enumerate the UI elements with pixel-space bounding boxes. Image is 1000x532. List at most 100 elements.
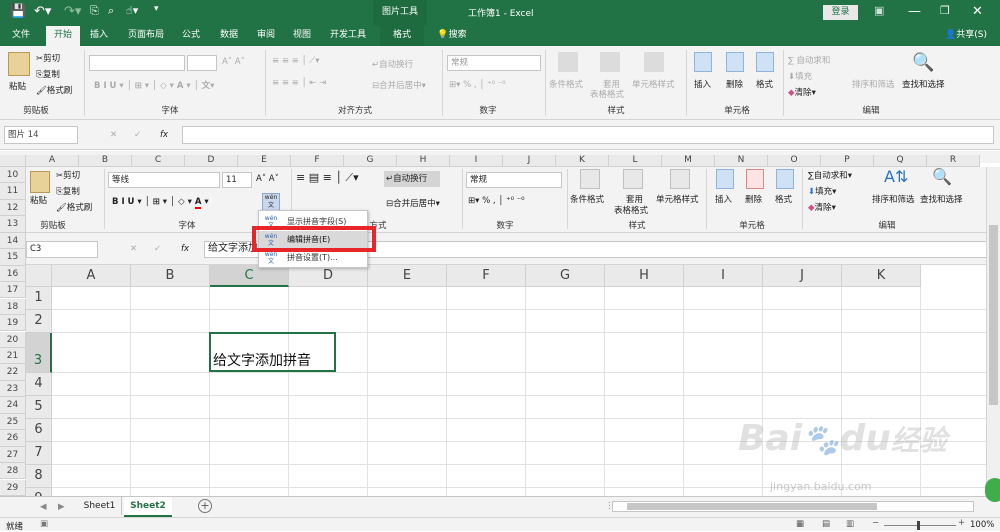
normal-view-icon[interactable]: ▦ (796, 519, 804, 529)
font-size-select[interactable]: 11 (222, 172, 252, 188)
column-header[interactable]: A (52, 265, 131, 287)
paste-icon[interactable] (8, 52, 30, 76)
outer-row-header[interactable]: 24 (0, 397, 26, 414)
delete-cells-label[interactable]: 删除 (745, 193, 762, 205)
font-name-select[interactable] (89, 55, 185, 71)
sheet-tab-2[interactable]: Sheet2 (124, 497, 172, 517)
maximize-icon[interactable]: ❐ (940, 4, 950, 17)
outer-row-header[interactable]: 28 (0, 463, 26, 480)
column-header[interactable]: H (605, 265, 684, 287)
inner-select-all[interactable] (26, 265, 52, 287)
undo-icon[interactable]: ↶▾ (34, 4, 51, 19)
outer-col-header[interactable]: C (132, 155, 185, 167)
format-painter-button[interactable]: 🖌格式刷 (56, 201, 92, 213)
sort-filter-icon[interactable]: A⇅ (884, 167, 908, 186)
add-sheet-icon[interactable]: + (198, 499, 212, 513)
format-cells-icon[interactable] (776, 169, 794, 189)
tab-scroll-right-icon[interactable]: ▶ (58, 502, 65, 512)
login-button[interactable]: 登录 (823, 5, 858, 20)
column-header[interactable]: I (684, 265, 763, 287)
format-cells-icon[interactable] (756, 52, 774, 72)
tab-developer[interactable]: 开发工具 (326, 26, 370, 46)
table-format-icon[interactable] (600, 52, 620, 72)
number-format-select[interactable]: 常规 (447, 55, 541, 71)
insert-cells-icon[interactable] (716, 169, 734, 189)
h-scrollbar-thumb[interactable] (627, 503, 877, 510)
delete-cells-icon[interactable] (726, 52, 744, 72)
worksheet-grid[interactable]: ABCDEFGHIJK 123456789 给文字添加拼音 (26, 265, 986, 496)
bold-icon[interactable]: B I U ▾ │ ⊞ ▾ │ ◇ ▾ A ▾ │ ⽂▾ (94, 79, 214, 91)
table-format-label-2[interactable]: 表格格式 (614, 204, 648, 216)
autosum-button[interactable]: ∑自动求和▾ (808, 169, 852, 181)
outer-col-header[interactable]: D (185, 155, 238, 167)
conditional-format-icon[interactable] (558, 52, 578, 72)
outer-col-header[interactable]: I (450, 155, 503, 167)
copy-format-icon[interactable]: ⎘ (90, 4, 99, 18)
column-header[interactable]: K (842, 265, 921, 287)
clear-button[interactable]: ◆清除▾ (788, 86, 816, 98)
tab-page-layout[interactable]: 页面布局 (124, 26, 168, 46)
table-format-label-2[interactable]: 表格格式 (590, 88, 624, 100)
font-size-select[interactable] (187, 55, 217, 71)
copy-button[interactable]: ⎘复制 (56, 185, 80, 197)
tab-file[interactable]: 文件 (6, 26, 36, 46)
wrap-text-button[interactable]: ↵自动换行 (384, 171, 440, 187)
paste-label[interactable]: 粘贴 (30, 194, 47, 206)
outer-col-header[interactable]: G (344, 155, 397, 167)
outer-row-header[interactable]: 17 (0, 282, 26, 299)
insert-cells-label[interactable]: 插入 (715, 193, 732, 205)
conditional-format-label[interactable]: 条件格式 (570, 193, 604, 205)
delete-cells-icon[interactable] (746, 169, 764, 189)
tab-home[interactable]: 开始 (46, 26, 80, 46)
formula-input[interactable] (182, 126, 994, 144)
grow-shrink-font-icons[interactable]: A˄ A˅ (256, 174, 279, 184)
merge-center-button[interactable]: ⊟合并后居中▾ (386, 197, 440, 209)
vertical-align-icons[interactable]: ≡ ▤ ≡ │ ⟋▾ (296, 171, 359, 185)
outer-col-header[interactable]: M (662, 155, 715, 167)
row-header[interactable]: 6 (26, 419, 52, 442)
column-header[interactable]: E (368, 265, 447, 287)
fx-label[interactable]: fx (160, 130, 168, 140)
cancel-icon[interactable]: ✕ (110, 130, 117, 140)
outer-col-header[interactable]: E (238, 155, 291, 167)
align-left-icons[interactable]: ≡ ≡ ≡ │ ⇤ ⇥ (272, 78, 326, 88)
outer-col-header[interactable]: A (26, 155, 79, 167)
outer-col-header[interactable]: J (503, 155, 556, 167)
outer-row-header[interactable]: 20 (0, 331, 26, 348)
row-header[interactable]: 9 (26, 488, 52, 496)
outer-row-header[interactable]: 12 (0, 199, 26, 217)
row-header[interactable]: 8 (26, 465, 52, 488)
page-break-view-icon[interactable]: ▥ (846, 519, 854, 529)
outer-col-header[interactable]: H (397, 155, 450, 167)
enter-icon[interactable]: ✓ (154, 244, 161, 254)
insert-cells-icon[interactable] (694, 52, 712, 72)
fill-button[interactable]: ⬇填充▾ (808, 185, 836, 197)
outer-row-header[interactable]: 23 (0, 380, 26, 398)
outer-col-header[interactable]: F (291, 155, 344, 167)
column-header[interactable]: J (763, 265, 842, 287)
tab-view[interactable]: 视图 (287, 26, 317, 46)
outer-row-header[interactable]: 21 (0, 347, 26, 365)
save-icon[interactable]: 💾 (10, 4, 26, 19)
cell-c3[interactable]: 给文字添加拼音 (209, 332, 336, 372)
outer-col-header[interactable]: Q (874, 155, 927, 167)
fx-label[interactable]: fx (181, 244, 189, 254)
tab-data[interactable]: 数据 (214, 26, 244, 46)
cell-styles-icon[interactable] (644, 52, 664, 72)
share-button[interactable]: 👤共享(S) (936, 26, 996, 46)
currency-icons[interactable]: ⊞▾ % , │ ⁺⁰ ⁻⁰ (449, 80, 506, 90)
outer-row-header[interactable]: 13 (0, 216, 26, 233)
scrollbar-thumb[interactable] (989, 225, 998, 405)
outer-col-header[interactable]: R (927, 155, 980, 167)
delete-cells-label[interactable]: 删除 (726, 78, 743, 90)
ribbon-display-icon[interactable]: ▣ (874, 4, 884, 17)
zoom-out-icon[interactable]: − (872, 518, 879, 528)
font-name-select[interactable]: 等线 (108, 172, 220, 188)
cancel-icon[interactable]: ✕ (130, 244, 137, 254)
outer-row-header[interactable]: 15 (0, 249, 26, 266)
vertical-scrollbar[interactable] (986, 167, 1000, 496)
column-header[interactable]: C (210, 265, 289, 287)
row-header[interactable]: 4 (26, 373, 52, 396)
zoom-level[interactable]: 100% (970, 520, 994, 530)
outer-col-header[interactable]: P (821, 155, 874, 167)
